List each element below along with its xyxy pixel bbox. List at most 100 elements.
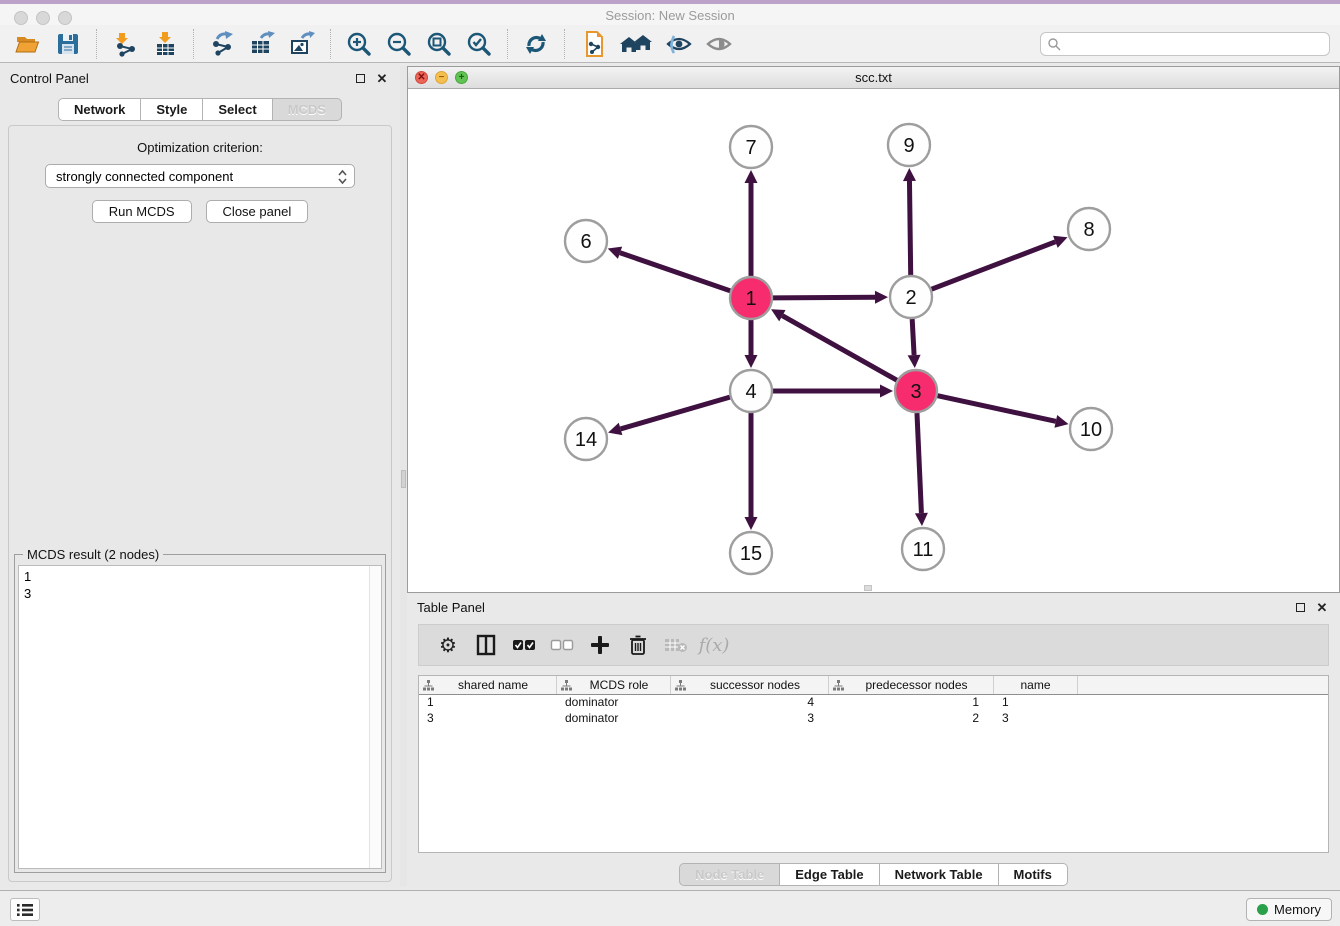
network-window-titlebar[interactable]: ✕ − + scc.txt — [408, 67, 1339, 89]
table-row[interactable]: 1 dominator 4 1 1 — [419, 695, 1328, 711]
hide-graphics-details-button[interactable] — [663, 28, 695, 60]
edge-3-to-1[interactable] — [771, 309, 897, 380]
birds-eye-view-button[interactable] — [703, 28, 735, 60]
gear-icon: ⚙ — [439, 633, 457, 658]
export-image-button[interactable] — [286, 28, 318, 60]
save-session-button[interactable] — [52, 28, 84, 60]
edge-4-to-15[interactable] — [745, 413, 758, 530]
float-table-panel-button[interactable] — [1292, 599, 1308, 615]
toolbar-separator — [193, 29, 194, 59]
apply-layout-button[interactable] — [520, 28, 552, 60]
tab-motifs[interactable]: Motifs — [999, 863, 1068, 886]
chevron-updown-icon — [337, 169, 348, 188]
create-column-button[interactable] — [585, 630, 615, 660]
tab-select[interactable]: Select — [203, 98, 272, 121]
network-from-selection-button[interactable] — [577, 28, 609, 60]
hierarchy-icon — [833, 680, 844, 691]
import-table-button[interactable] — [149, 28, 181, 60]
cell-predecessor-nodes: 1 — [829, 695, 994, 711]
edge-1-to-2[interactable] — [773, 291, 888, 304]
run-mcds-button[interactable]: Run MCDS — [92, 200, 192, 223]
edge-1-to-6[interactable] — [608, 247, 730, 291]
column-header-predecessor-nodes[interactable]: predecessor nodes — [829, 676, 994, 694]
column-header-name[interactable]: name — [994, 676, 1078, 694]
zoom-out-button[interactable] — [383, 28, 415, 60]
global-search[interactable] — [1040, 32, 1330, 56]
zoom-fit-button[interactable] — [423, 28, 455, 60]
svg-text:7: 7 — [745, 137, 756, 159]
close-panel-button-mcds[interactable]: Close panel — [206, 200, 309, 223]
edge-4-to-14[interactable] — [608, 397, 730, 435]
graph-node-9[interactable]: 9 — [888, 124, 930, 166]
search-input[interactable] — [1061, 37, 1329, 51]
zoom-in-button[interactable] — [343, 28, 375, 60]
column-header-successor-nodes[interactable]: successor nodes — [671, 676, 829, 694]
edge-3-to-11[interactable] — [915, 413, 928, 526]
tab-node-table[interactable]: Node Table — [679, 863, 780, 886]
edge-3-to-10[interactable] — [937, 396, 1068, 428]
table-row[interactable]: 3 dominator 3 2 3 — [419, 711, 1328, 727]
tab-style[interactable]: Style — [141, 98, 203, 121]
column-header-shared-name[interactable]: shared name — [419, 676, 557, 694]
edge-2-to-9[interactable] — [903, 168, 916, 275]
save-icon — [55, 31, 81, 57]
graph-node-1[interactable]: 1 — [730, 277, 772, 319]
tab-network[interactable]: Network — [58, 98, 141, 121]
delete-table-button[interactable] — [661, 630, 691, 660]
delete-column-button[interactable] — [623, 630, 653, 660]
panel-splitter[interactable] — [400, 66, 407, 886]
graph-node-8[interactable]: 8 — [1068, 208, 1110, 250]
export-network-button[interactable] — [206, 28, 238, 60]
edge-4-to-3[interactable] — [773, 385, 893, 398]
edge-1-to-7[interactable] — [745, 170, 758, 276]
trash-icon — [629, 635, 647, 656]
svg-text:9: 9 — [903, 135, 914, 157]
close-table-panel-button[interactable]: ✕ — [1314, 599, 1330, 615]
memory-button[interactable]: Memory — [1246, 898, 1332, 921]
task-history-button[interactable] — [10, 898, 40, 921]
graph-node-14[interactable]: 14 — [565, 418, 607, 460]
splitter-grip[interactable] — [401, 470, 406, 488]
graph-node-6[interactable]: 6 — [565, 220, 607, 262]
mcds-result-title: MCDS result (2 nodes) — [23, 547, 163, 562]
tab-edge-table[interactable]: Edge Table — [780, 863, 879, 886]
cell-mcds-role: dominator — [557, 695, 671, 711]
split-columns-button[interactable] — [471, 630, 501, 660]
table-header-row: shared name MCDS role successor nodes pr… — [419, 676, 1328, 695]
graph-node-10[interactable]: 10 — [1070, 408, 1112, 450]
hide-all-columns-button[interactable] — [547, 630, 577, 660]
zoom-selected-icon — [465, 30, 493, 58]
export-table-button[interactable] — [246, 28, 278, 60]
home-networks-button[interactable] — [617, 28, 655, 60]
graph-node-15[interactable]: 15 — [730, 532, 772, 574]
search-icon — [1047, 37, 1061, 51]
show-all-columns-button[interactable] — [509, 630, 539, 660]
float-panel-button[interactable] — [352, 70, 368, 86]
column-header-mcds-role[interactable]: MCDS role — [557, 676, 671, 694]
optimization-criterion-select[interactable]: strongly connected component — [45, 164, 355, 188]
zoom-in-icon — [345, 30, 373, 58]
graph-node-2[interactable]: 2 — [890, 276, 932, 318]
import-network-button[interactable] — [109, 28, 141, 60]
edge-1-to-4[interactable] — [745, 320, 758, 368]
table-settings-button[interactable]: ⚙ — [433, 630, 463, 660]
graph-node-7[interactable]: 7 — [730, 126, 772, 168]
graph-node-4[interactable]: 4 — [730, 370, 772, 412]
open-session-button[interactable] — [12, 28, 44, 60]
hierarchy-icon — [675, 680, 686, 691]
network-canvas[interactable]: 7 9 6 8 1 2 4 3 14 10 15 11 — [408, 89, 1339, 592]
tab-mcds[interactable]: MCDS — [273, 98, 342, 121]
zoom-selected-button[interactable] — [463, 28, 495, 60]
graph-node-11[interactable]: 11 — [902, 528, 944, 570]
eye-icon — [705, 31, 733, 57]
mcds-result-list[interactable]: 1 3 — [18, 565, 382, 869]
scrollbar[interactable] — [369, 566, 381, 868]
edge-2-to-3[interactable] — [908, 319, 921, 368]
graph-node-3[interactable]: 3 — [895, 370, 937, 412]
tab-network-table[interactable]: Network Table — [880, 863, 999, 886]
edge-2-to-8[interactable] — [932, 236, 1068, 289]
function-builder-button[interactable]: f(x) — [699, 630, 729, 660]
canvas-grip[interactable] — [864, 585, 872, 591]
close-panel-button[interactable]: ✕ — [374, 70, 390, 86]
fx-icon: f(x) — [699, 635, 730, 656]
